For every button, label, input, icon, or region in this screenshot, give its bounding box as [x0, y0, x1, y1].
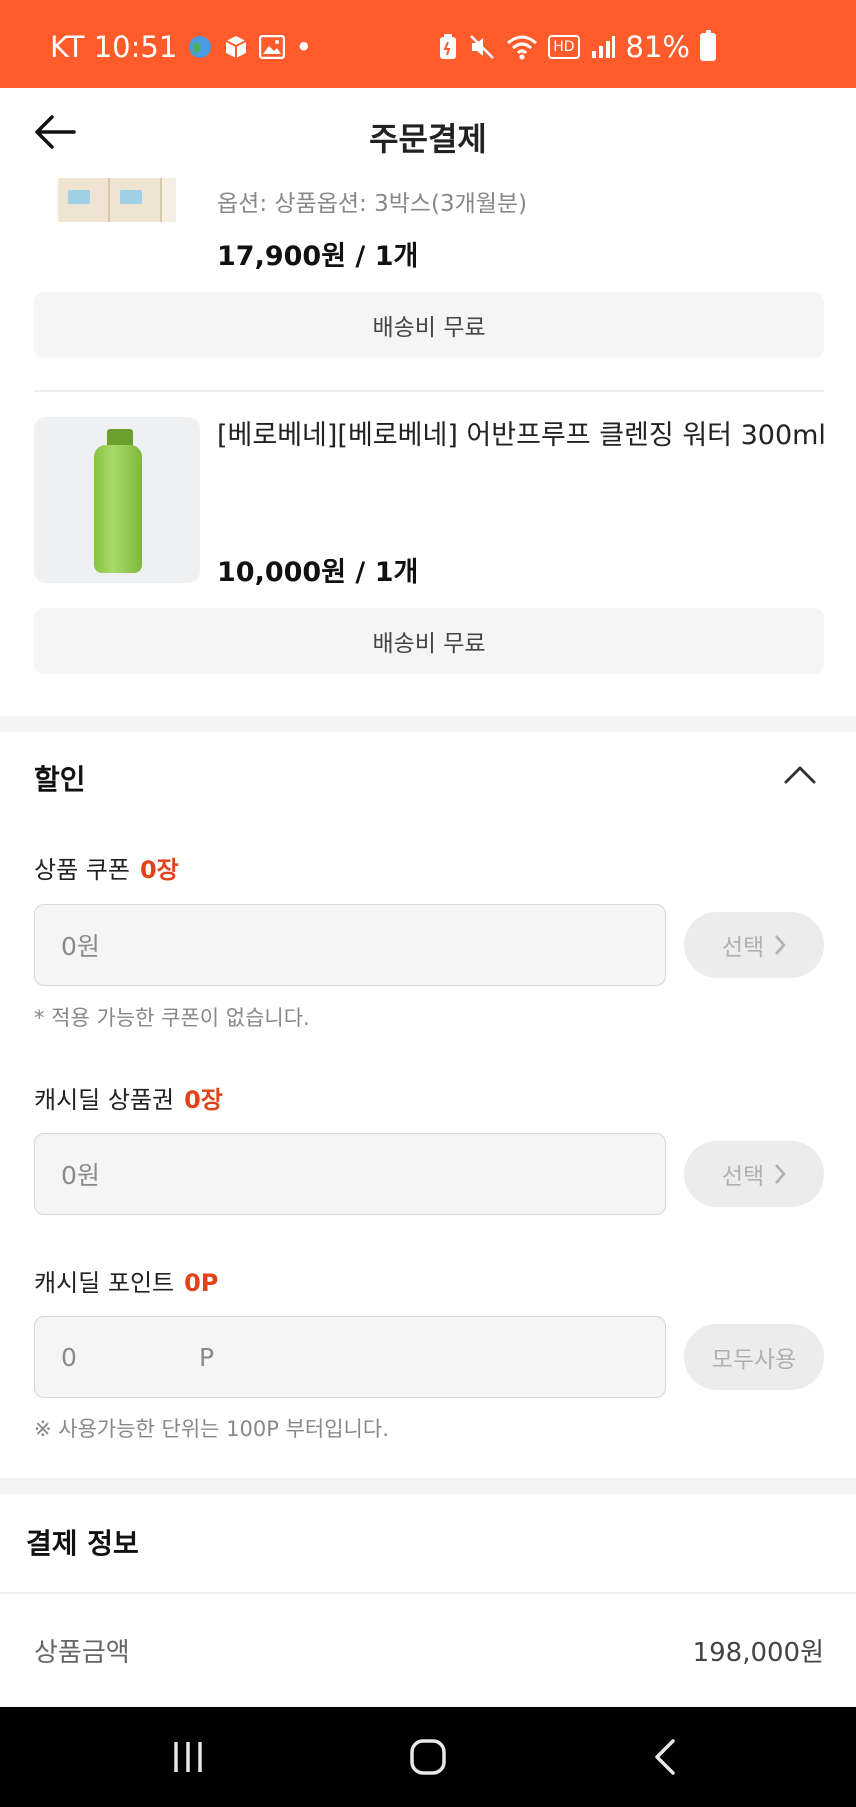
- recent-apps-button[interactable]: [166, 1737, 210, 1777]
- voucher-amount-value: 0원: [61, 1161, 100, 1190]
- voucher-select-button[interactable]: 선택: [684, 1141, 824, 1207]
- bottle-body: [94, 445, 142, 573]
- point-input[interactable]: 0 P: [34, 1316, 666, 1398]
- status-left: KT 10:51 •: [50, 30, 312, 64]
- product-amount-value: 198,000원: [692, 1638, 824, 1668]
- signal-icon: [590, 35, 616, 59]
- product-2-image: [34, 417, 200, 583]
- coupon-select-label: 선택: [721, 935, 765, 961]
- status-right: HD 81%: [438, 30, 716, 64]
- payment-info-title: 결제 정보: [26, 1527, 139, 1560]
- mute-icon: [468, 33, 496, 61]
- back-icon: [655, 1739, 675, 1775]
- carrier-time: KT 10:51: [50, 30, 178, 64]
- hd-voice-icon: HD: [548, 35, 580, 59]
- coupon-count: 0장: [139, 856, 179, 884]
- coupon-amount-value: 0원: [61, 932, 100, 961]
- gallery-icon: [259, 35, 286, 59]
- coupon-label-text: 상품 쿠폰: [34, 856, 130, 884]
- product-1-price: 17,900원 / 1개: [217, 241, 419, 272]
- product-1-shipping: 배송비 무료: [34, 292, 824, 358]
- product-1-image: [58, 178, 176, 222]
- battery-saver-icon: [438, 33, 458, 61]
- voucher-select-label: 선택: [721, 1164, 765, 1190]
- voucher-count: 0장: [184, 1086, 223, 1114]
- product-2-price: 10,000원 / 1개: [217, 557, 419, 588]
- point-label-text: 캐시딜 포인트: [34, 1269, 175, 1297]
- chevron-right-icon: [775, 935, 786, 955]
- payment-divider: [0, 1592, 856, 1594]
- point-label: 캐시딜 포인트 0P: [34, 1263, 218, 1298]
- coupon-amount-field[interactable]: 0원: [34, 904, 666, 986]
- voucher-label: 캐시딜 상품권 0장: [34, 1080, 223, 1115]
- point-unit: P: [199, 1342, 215, 1372]
- discount-title: 할인: [34, 763, 86, 796]
- home-button[interactable]: [406, 1737, 450, 1777]
- voucher-label-text: 캐시딜 상품권: [34, 1086, 175, 1114]
- voucher-amount-field[interactable]: 0원: [34, 1133, 666, 1215]
- product-1-option: 옵션: 상품옵션: 3박스(3개월분): [217, 191, 528, 217]
- globe-icon: [187, 34, 213, 60]
- product-2-shipping: 배송비 무료: [34, 608, 824, 674]
- recent-apps-icon: [174, 1742, 202, 1772]
- point-input-value: 0: [61, 1342, 77, 1372]
- coupon-hint: * 적용 가능한 쿠폰이 없습니다.: [34, 1006, 310, 1030]
- package-icon: [223, 34, 249, 60]
- chevron-up-icon: [784, 766, 816, 784]
- home-icon: [410, 1739, 446, 1775]
- point-hint: ※ 사용가능한 단위는 100P 부터입니다.: [34, 1417, 389, 1441]
- use-all-points-label: 모두사용: [711, 1347, 797, 1373]
- battery-icon: [700, 30, 716, 61]
- coupon-select-button[interactable]: 선택: [684, 912, 824, 978]
- system-nav-bar: [0, 1707, 856, 1807]
- nav-back-button[interactable]: [650, 1737, 680, 1777]
- status-bar: KT 10:51 • HD 81%: [0, 0, 856, 88]
- section-separator: [0, 716, 856, 732]
- point-count: 0P: [184, 1269, 219, 1297]
- product-divider: [34, 390, 824, 392]
- battery-percent: 81%: [625, 30, 690, 64]
- product-2-title: [베로베네][베로베네] 어반프루프 클렌징 워터 300ml: [217, 420, 826, 451]
- section-separator: [0, 1478, 856, 1494]
- collapse-button[interactable]: [783, 762, 817, 786]
- coupon-label: 상품 쿠폰 0장: [34, 850, 179, 885]
- product-amount-label: 상품금액: [34, 1638, 130, 1668]
- use-all-points-button[interactable]: 모두사용: [684, 1324, 824, 1390]
- chevron-right-icon: [775, 1164, 786, 1184]
- page-title: 주문결제: [369, 120, 487, 158]
- notification-dot: •: [295, 30, 313, 64]
- app-header: 주문결제: [0, 88, 856, 178]
- wifi-icon: [506, 33, 538, 61]
